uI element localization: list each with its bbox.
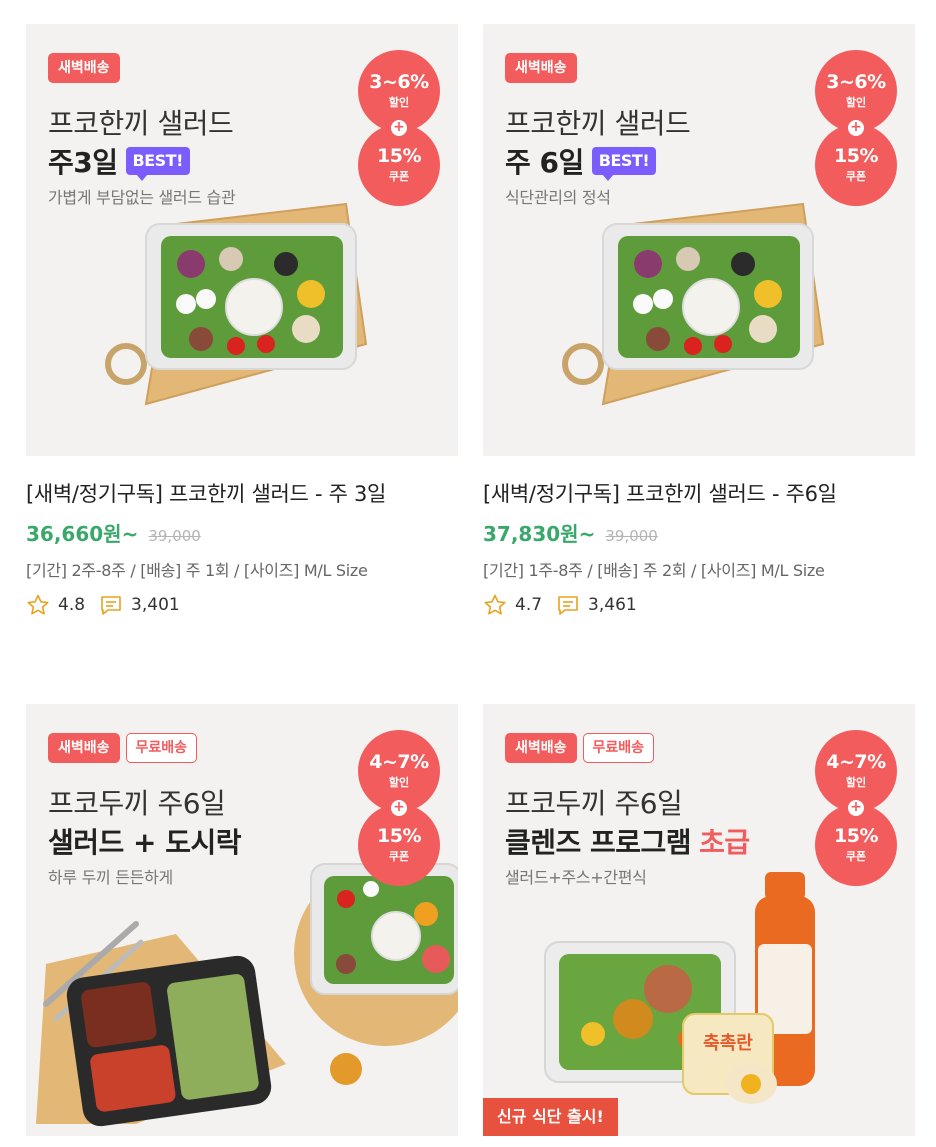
price-row: 37,830원~ 39,000: [483, 518, 915, 547]
free-shipping-tag: 무료배송: [582, 733, 655, 763]
sale-price: 36,660원~: [26, 522, 139, 546]
headline-subtitle: 하루 두끼 든든하게: [48, 868, 173, 887]
product-card[interactable]: 새벽배송 프코한끼 샐러드 주 6일 BEST! 식단관리의 정석 3~6% 할…: [483, 24, 915, 617]
original-price: 39,000: [148, 527, 201, 545]
delivery-tags: 새벽배송: [505, 53, 577, 83]
product-card[interactable]: 새벽배송 무료배송 프코두끼 주6일 샐러드 + 도시락 하루 두끼 든든하게 …: [26, 704, 458, 1136]
dawn-delivery-tag: 새벽배송: [48, 53, 120, 83]
comment-icon: [101, 596, 121, 615]
headline-line1: 프코한끼 샐러드: [48, 107, 234, 140]
delivery-tags: 새벽배송 무료배송: [505, 733, 655, 763]
coupon-pct: 15%: [377, 145, 421, 167]
dawn-delivery-tag: 새벽배송: [505, 53, 577, 83]
best-badge: BEST!: [125, 147, 190, 181]
headline-subtitle: 가볍게 부담없는 샐러드 습관: [48, 188, 236, 207]
discount-label: 할인: [388, 776, 410, 789]
product-card[interactable]: 새벽배송 프코한끼 샐러드 주3일 BEST! 가볍게 부담없는 샐러드 습관 …: [26, 24, 458, 617]
product-card[interactable]: 축촉란 새벽배송 무료배송 프코두끼 주6일 클렌즈 프로그램 초급 샐러드+주…: [483, 704, 915, 1136]
product-thumbnail[interactable]: 새벽배송 프코한끼 샐러드 주 6일 BEST! 식단관리의 정석 3~6% 할…: [483, 24, 915, 456]
product-options: [기간] 1주-8주 / [배송] 주 2회 / [사이즈] M/L Size: [483, 561, 825, 580]
headline-line2: 주3일 BEST!: [48, 141, 190, 181]
plus-icon: +: [391, 120, 407, 136]
product-title[interactable]: [새벽/정기구독] 프코한끼 샐러드 - 주 3일: [26, 474, 458, 514]
delivery-tags: 새벽배송 무료배송: [48, 733, 198, 763]
coupon-badge: 15% 쿠폰: [815, 124, 897, 206]
product-options: [기간] 2주-8주 / [배송] 주 1회 / [사이즈] M/L Size: [26, 561, 368, 580]
coupon-badge: 15% 쿠폰: [358, 804, 440, 886]
comment-icon: [558, 596, 578, 615]
plus-icon: +: [848, 120, 864, 136]
dawn-delivery-tag: 새벽배송: [505, 733, 577, 763]
discount-pct: 4~7%: [369, 751, 429, 773]
coupon-pct: 15%: [834, 825, 878, 847]
rating-review-row: 4.8 3,401: [26, 593, 458, 617]
coupon-label: 쿠폰: [388, 170, 410, 183]
headline-line1: 프코두끼 주6일: [48, 787, 226, 820]
headline-line2-text: 주3일: [48, 146, 118, 179]
svg-text:축촉란: 축촉란: [703, 1033, 753, 1054]
coupon-label: 쿠폰: [388, 850, 410, 863]
headline-subtitle: 샐러드+주스+간편식: [505, 868, 647, 887]
original-price: 39,000: [605, 527, 658, 545]
discount-pct: 4~7%: [826, 751, 886, 773]
coupon-pct: 15%: [377, 825, 421, 847]
discount-pct: 3~6%: [369, 71, 429, 93]
product-thumbnail[interactable]: 새벽배송 무료배송 프코두끼 주6일 샐러드 + 도시락 하루 두끼 든든하게 …: [26, 704, 458, 1136]
star-outline-icon: [27, 594, 49, 615]
plus-icon: +: [848, 800, 864, 816]
price-row: 36,660원~ 39,000: [26, 518, 458, 547]
delivery-tags: 새벽배송: [48, 53, 120, 83]
discount-label: 할인: [388, 96, 410, 109]
coupon-label: 쿠폰: [845, 850, 867, 863]
headline-subtitle: 식단관리의 정석: [505, 188, 611, 207]
review-count: 3,401: [131, 595, 180, 615]
rating-value: 4.7: [515, 595, 543, 615]
best-badge: BEST!: [591, 147, 657, 181]
level-accent: 초급: [699, 826, 750, 859]
product-title[interactable]: [새벽/정기구독] 프코한끼 샐러드 - 주6일: [483, 474, 915, 514]
headline-line2-text: 샐러드 + 도시락: [48, 826, 242, 859]
product-thumbnail[interactable]: 축촉란 새벽배송 무료배송 프코두끼 주6일 클렌즈 프로그램 초급 샐러드+주…: [483, 704, 915, 1136]
discount-label: 할인: [845, 776, 867, 789]
rating-review-row: 4.7 3,461: [483, 593, 915, 617]
free-shipping-tag: 무료배송: [125, 733, 198, 763]
discount-label: 할인: [845, 96, 867, 109]
plus-icon: +: [391, 800, 407, 816]
coupon-pct: 15%: [834, 145, 878, 167]
coupon-badge: 15% 쿠폰: [815, 804, 897, 886]
headline-line2-text: 주 6일: [505, 146, 584, 179]
headline-line2: 샐러드 + 도시락: [48, 821, 242, 861]
coupon-label: 쿠폰: [845, 170, 867, 183]
star-outline-icon: [484, 594, 506, 615]
rating-value: 4.8: [58, 595, 86, 615]
headline-line2: 클렌즈 프로그램 초급: [505, 821, 750, 861]
review-count: 3,461: [588, 595, 637, 615]
headline-line1: 프코한끼 샐러드: [505, 107, 691, 140]
coupon-badge: 15% 쿠폰: [358, 124, 440, 206]
product-thumbnail[interactable]: 새벽배송 프코한끼 샐러드 주3일 BEST! 가볍게 부담없는 샐러드 습관 …: [26, 24, 458, 456]
new-menu-label: 신규 식단 출시!: [483, 1098, 618, 1136]
headline-line1: 프코두끼 주6일: [505, 787, 683, 820]
headline-line2-text: 클렌즈 프로그램: [505, 826, 692, 859]
dawn-delivery-tag: 새벽배송: [48, 733, 120, 763]
discount-pct: 3~6%: [826, 71, 886, 93]
sale-price: 37,830원~: [483, 522, 596, 546]
headline-line2: 주 6일 BEST!: [505, 141, 657, 181]
product-grid: 새벽배송 프코한끼 샐러드 주3일 BEST! 가볍게 부담없는 샐러드 습관 …: [0, 0, 936, 1147]
